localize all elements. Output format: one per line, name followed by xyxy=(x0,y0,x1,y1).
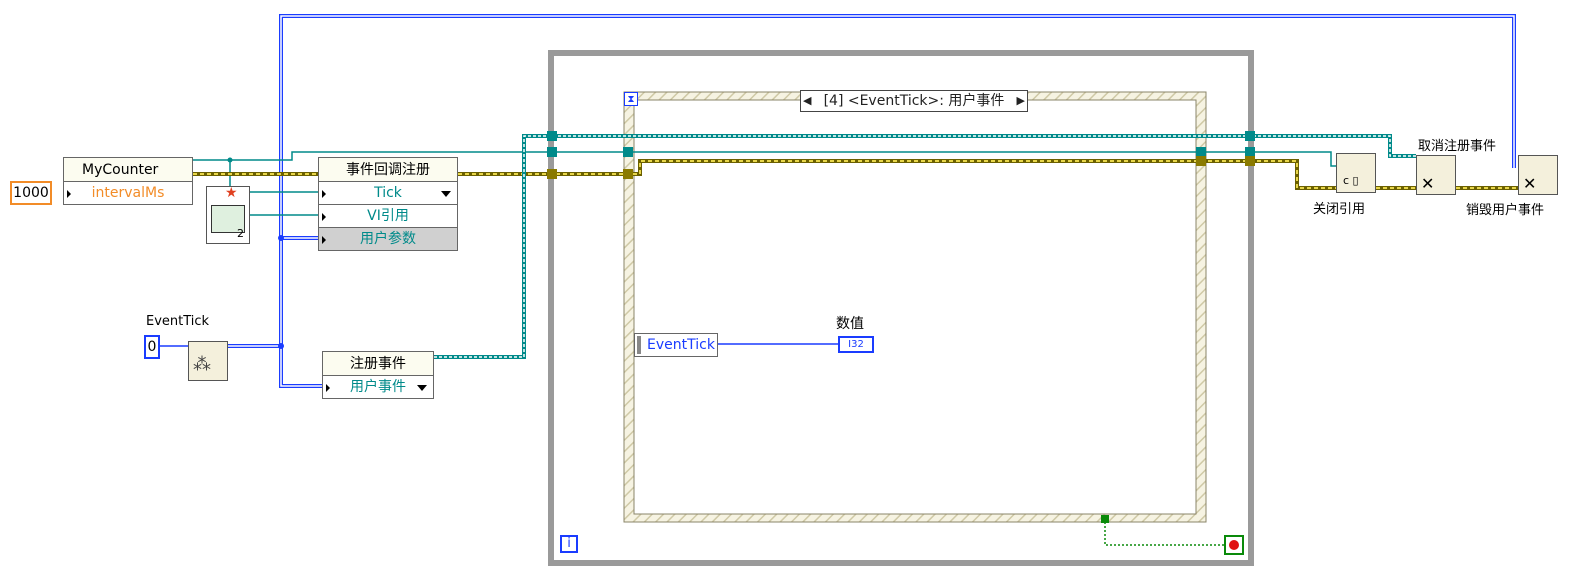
mycounter-property-node[interactable]: MyCounter intervalMs xyxy=(63,157,193,205)
callback-title: 事件回调注册 xyxy=(346,162,430,178)
close-ref-label: 关闭引用 xyxy=(1313,202,1366,217)
file-glyph: c ▯ xyxy=(1343,174,1359,187)
callback-row-user-param[interactable]: 用户参数 xyxy=(319,227,457,250)
vi-ref-number: 2 xyxy=(237,227,244,240)
event-data-node[interactable]: EventTick xyxy=(634,333,718,357)
event-case-selector[interactable]: ◀ [4] <EventTick>: 用户事件 ▶ xyxy=(800,90,1028,112)
interval-constant[interactable]: 1000 xyxy=(10,181,52,205)
event-callback-register-node[interactable]: 事件回调注册 Tick VI引用 用户参数 xyxy=(318,157,458,251)
unregister-label: 取消注册事件 xyxy=(1418,139,1497,154)
property-row-intervalms[interactable]: intervalMs xyxy=(64,181,192,204)
callback-row-vi-ref[interactable]: VI引用 xyxy=(319,204,457,227)
destroy-user-event-icon[interactable]: ✕ xyxy=(1518,155,1558,195)
block-diagram-wires xyxy=(160,14,1518,566)
mycounter-title: MyCounter xyxy=(82,162,159,178)
star-icon: ★ xyxy=(225,185,238,201)
close-reference-icon[interactable]: c ▯ xyxy=(1336,153,1376,193)
hourglass-icon: ⧗ xyxy=(624,92,638,106)
register-row-user-event[interactable]: 用户事件 xyxy=(323,375,433,398)
loop-iteration-terminal: i xyxy=(560,535,578,553)
destroy-label: 销毁用户事件 xyxy=(1466,203,1545,218)
eventtick-control-label: EventTick xyxy=(146,314,210,329)
create-user-event-icon[interactable]: ⁂ xyxy=(188,341,228,381)
stop-condition-icon[interactable] xyxy=(1224,535,1244,555)
user-event-glyph: ⁂ xyxy=(193,354,211,375)
eventtick-constant[interactable]: 0 xyxy=(144,335,160,359)
vi-reference-icon[interactable]: 2 ★ xyxy=(206,185,250,244)
register-events-node[interactable]: 注册事件 用户事件 xyxy=(322,351,434,399)
chevron-down-icon xyxy=(441,191,451,197)
x-glyph: ✕ xyxy=(1421,174,1435,193)
next-case-icon[interactable]: ▶ xyxy=(1017,91,1025,111)
callback-row-tick[interactable]: Tick xyxy=(319,181,457,204)
numeric-label: 数值 xyxy=(836,316,864,332)
wire-stop xyxy=(1104,522,1224,546)
unregister-events-icon[interactable]: ✕ xyxy=(1416,155,1456,195)
numeric-indicator: I32 xyxy=(838,336,874,353)
wire-user-event xyxy=(228,236,318,348)
x-glyph: ✕ xyxy=(1523,174,1537,193)
prev-case-icon[interactable]: ◀ xyxy=(803,91,811,111)
chevron-down-icon xyxy=(417,385,427,391)
register-title: 注册事件 xyxy=(350,356,406,372)
